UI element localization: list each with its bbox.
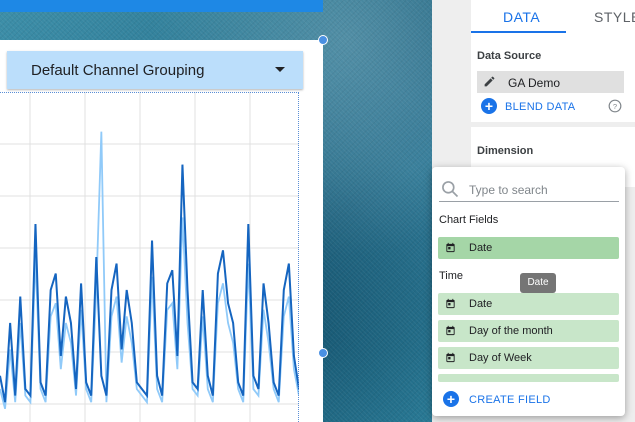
pencil-icon[interactable] (483, 75, 496, 88)
dropdown-label: Default Channel Grouping (31, 61, 205, 79)
chart-selection-frame (0, 92, 299, 422)
time-field-day-of-month[interactable]: Day of the month (438, 320, 619, 342)
field-tooltip: Date (520, 273, 556, 293)
calendar-icon (446, 298, 455, 309)
tab-data[interactable]: DATA (503, 9, 540, 25)
search-underline (439, 201, 619, 202)
time-group-label: Time (439, 270, 464, 282)
resize-handle-right[interactable] (318, 348, 328, 358)
chip-label: Day of Week (469, 352, 532, 364)
help-icon[interactable]: ? (608, 99, 622, 113)
calendar-icon (446, 352, 455, 363)
chip-label: Day of the month (469, 325, 553, 337)
caret-down-icon (275, 67, 285, 72)
tab-style[interactable]: STYLE (594, 9, 635, 25)
active-tab-indicator (471, 31, 566, 33)
resize-handle-top-right[interactable] (318, 35, 328, 45)
svg-text:?: ? (613, 102, 617, 111)
chip-label: Date (469, 242, 493, 254)
calendar-icon (446, 242, 455, 253)
data-source-title: Data Source (477, 50, 542, 62)
chip-label: Date (469, 298, 493, 310)
chart-field-date[interactable]: Date (438, 237, 619, 259)
time-field-partial[interactable] (438, 374, 619, 382)
create-field-button[interactable]: CREATE FIELD (469, 394, 551, 406)
field-search-input[interactable] (469, 182, 609, 198)
calendar-icon (446, 325, 455, 336)
header-banner (0, 0, 323, 12)
channel-grouping-dropdown[interactable]: Default Channel Grouping (7, 51, 303, 89)
blend-data-button[interactable]: BLEND DATA (505, 101, 575, 113)
time-field-day-of-week[interactable]: Day of Week (438, 347, 619, 369)
plus-icon[interactable]: + (443, 391, 459, 407)
dimension-title: Dimension (477, 145, 534, 157)
time-field-date[interactable]: Date (438, 293, 619, 315)
plus-icon[interactable]: + (481, 98, 497, 114)
search-icon (442, 181, 459, 198)
data-source-name: GA Demo (508, 76, 561, 90)
chart-fields-label: Chart Fields (439, 214, 499, 226)
